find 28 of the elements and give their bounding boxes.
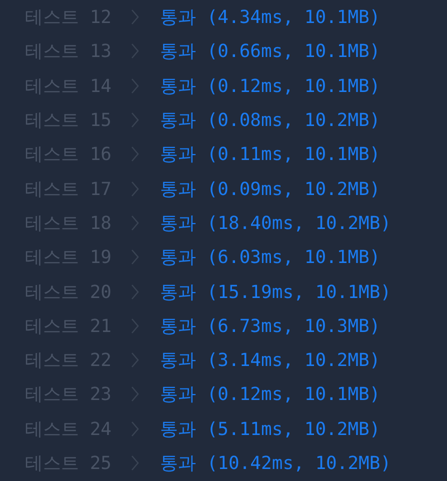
chevron-icon bbox=[131, 318, 139, 334]
test-result: 통과 (15.19ms, 10.1MB) bbox=[160, 280, 392, 304]
chevron-icon bbox=[131, 180, 139, 197]
test-result: 통과 (0.08ms, 10.2MB) bbox=[160, 109, 380, 132]
chevron-icon bbox=[131, 214, 139, 231]
chevron-icon bbox=[131, 78, 139, 94]
test-result: 통과 (0.12ms, 10.1MB) bbox=[160, 74, 380, 98]
chevron-icon bbox=[131, 386, 139, 402]
chevron-icon bbox=[131, 43, 139, 60]
test-result: 통과 (10.42ms, 10.2MB) bbox=[160, 452, 392, 475]
test-result: 통과 (4.34ms, 10.1MB) bbox=[160, 6, 380, 30]
chevron-icon bbox=[131, 9, 139, 26]
chevron-icon bbox=[131, 352, 139, 368]
chevron-icon bbox=[131, 455, 139, 471]
chevron-icon bbox=[131, 284, 139, 300]
test-result: 통과 (18.40ms, 10.2MB) bbox=[160, 212, 392, 235]
chevron-icon bbox=[131, 146, 139, 162]
test-result: 통과 (0.11ms, 10.1MB) bbox=[160, 143, 380, 166]
test-result: 통과 (0.09ms, 10.2MB) bbox=[160, 178, 380, 201]
chevron-icon bbox=[131, 249, 139, 266]
test-result: 통과 (6.03ms, 10.1MB) bbox=[160, 246, 380, 270]
test-result: 통과 (5.11ms, 10.2MB) bbox=[160, 418, 380, 441]
test-result: 통과 (3.14ms, 10.2MB) bbox=[160, 349, 380, 372]
test-result: 통과 (6.73ms, 10.3MB) bbox=[160, 314, 380, 338]
chevron-icon bbox=[131, 420, 139, 437]
test-result: 통과 (0.66ms, 10.1MB) bbox=[160, 40, 380, 64]
test-result: 통과 (0.12ms, 10.1MB) bbox=[160, 383, 380, 406]
chevron-icon bbox=[131, 112, 139, 128]
